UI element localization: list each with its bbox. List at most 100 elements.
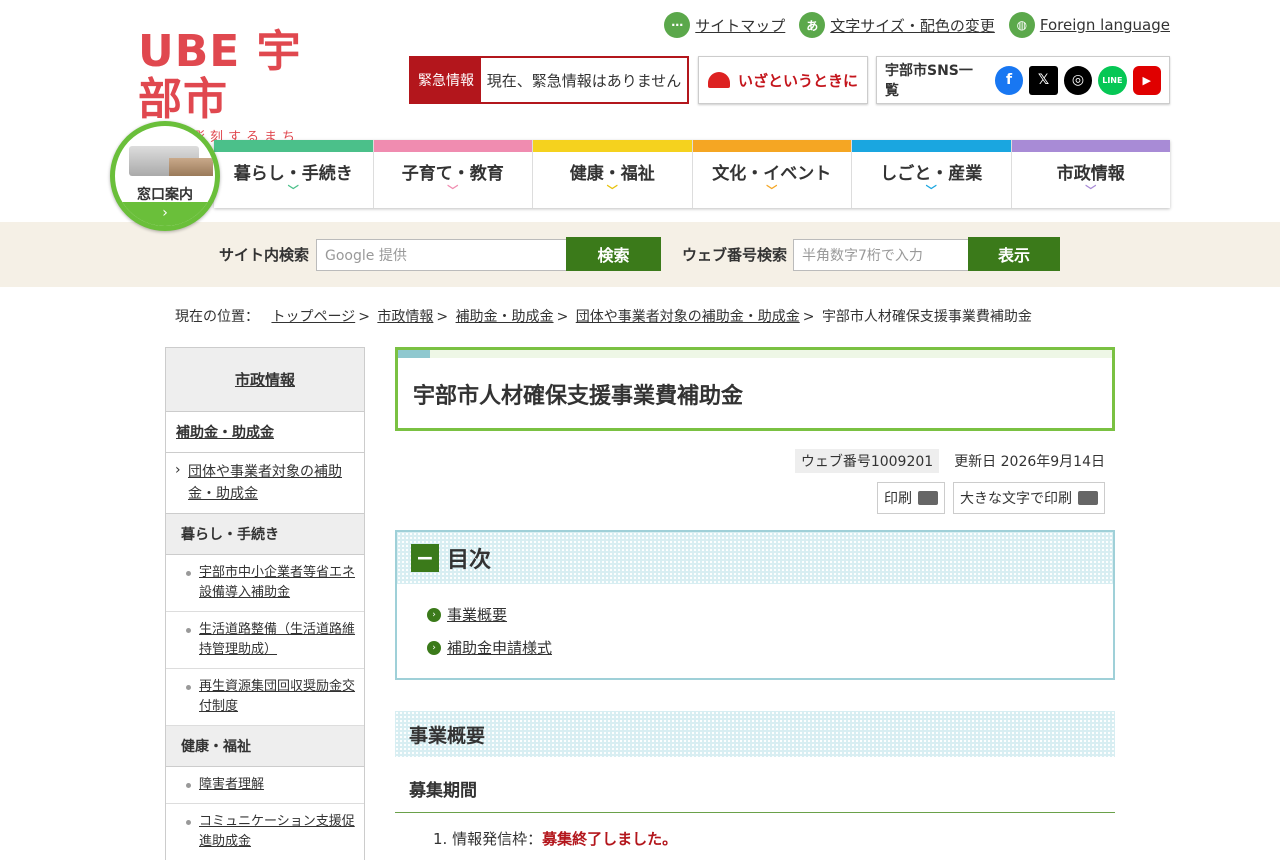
instagram-icon[interactable]: ◎ [1063,65,1093,95]
counter-guide-label: 窓口案内 [137,187,193,203]
toc-link[interactable]: 事業概要 [447,604,507,625]
print-buttons: 印刷 大きな文字で印刷 [877,482,1105,514]
gnav-work[interactable]: しごと・産業 ﹀ [852,140,1012,208]
site-search-label: サイト内検索 [219,246,310,264]
side-nav-link-text[interactable]: 宇部市中小企業者等省エネ設備導入補助金 [199,565,355,600]
toc-list: › 事業概要 › 補助金申請様式 [397,584,1113,658]
subsection-heading: 募集期間 [395,776,1115,813]
gnav-color-bar [214,140,373,152]
gnav-label: 文化・イベント [712,163,832,184]
building-annex-icon [169,158,213,176]
toc-item[interactable]: › 補助金申請様式 [427,637,1113,658]
gnav-color-bar [852,140,1011,152]
gnav-color-bar [692,140,851,152]
breadcrumb: 現在の位置： トップページ > 市政情報 > 補助金・助成金 > 団体や事業者対象の補… [175,306,1032,326]
gnav-culture[interactable]: 文化・イベント ﹀ [692,140,852,208]
share-icon: ⋯ [664,12,691,38]
title-stripe-accent [398,350,430,358]
side-nav-link[interactable]: コミュニケーション支援促進助成金 [166,804,364,860]
web-number-label: ウェブ番号検索 [682,246,788,264]
section-heading: 事業概要 [395,711,1115,757]
breadcrumb-separator: > [556,309,569,325]
breadcrumb-separator: > [358,309,370,325]
youtube-icon[interactable]: ▶ [1132,65,1161,95]
arrow-right-icon: › [427,607,441,622]
table-of-contents: − 目次 › 事業概要 › 補助金申請様式 [395,530,1115,680]
side-nav-link[interactable]: 再生資源集団回収奨励金交付制度 [166,669,364,726]
foreign-language-link[interactable]: ◍ Foreign language [1008,12,1170,38]
x-icon[interactable]: 𝕏 [1029,65,1058,95]
sitemap-link[interactable]: ⋯ サイトマップ [664,12,785,38]
side-nav-link-text[interactable]: 再生資源集団回収奨励金交付制度 [199,679,355,714]
print-label: 印刷 [884,491,912,507]
side-nav-link-text[interactable]: 生活道路整備（生活道路維持管理助成） [199,622,355,657]
chevron-down-icon: ﹀ [925,183,937,197]
side-nav-current-link[interactable]: 団体や事業者対象の補助金・助成金 [188,464,342,502]
side-nav-link[interactable]: 障害者理解 [166,767,364,804]
text-size-icon: あ [799,12,826,38]
print-button[interactable]: 印刷 [877,482,945,514]
list-item-label: 1. 情報発信枠： [433,830,543,848]
site-search-button[interactable]: 検索 [566,237,661,271]
toc-link[interactable]: 補助金申請様式 [447,637,552,658]
breadcrumb-prefix: 現在の位置： [175,309,259,325]
gnav-label: 市政情報 [1056,163,1125,184]
chevron-down-icon: ﹀ [766,183,778,197]
breadcrumb-link[interactable]: 団体や事業者対象の補助金・助成金 [576,309,800,325]
breadcrumb-link[interactable]: 市政情報 [377,309,433,325]
web-number: ウェブ番号1009201 [794,449,940,473]
breadcrumb-link[interactable]: トップページ [271,309,355,325]
sns-links: 宇部市SNS一覧 f 𝕏 ◎ LINE ▶ [876,56,1170,104]
emergency-text: 現在、緊急情報はありません [486,71,682,90]
side-nav-head[interactable]: 市政情報 [166,348,364,412]
toc-item[interactable]: › 事業概要 [427,604,1113,625]
side-nav-link[interactable]: 生活道路整備（生活道路維持管理助成） [166,612,364,669]
chevron-down-icon: ﹀ [447,183,459,197]
gnav-color-bar [533,140,692,152]
gnav-city[interactable]: 市政情報 ﹀ [1011,140,1170,208]
page-title-box: 宇部市人材確保支援事業費補助金 [395,347,1115,431]
line-icon[interactable]: LINE [1098,65,1127,95]
search-bar: サイト内検索 Google 提供 検索 ウェブ番号検索 半角数字7桁で入力 表示 [0,222,1280,287]
disaster-info-label: いざというときに [737,71,858,90]
siren-icon [707,72,730,88]
gnav-label: しごと・産業 [880,163,983,184]
side-nav-current[interactable]: 団体や事業者対象の補助金・助成金 [166,453,364,514]
emergency-label: 緊急情報 [411,58,481,102]
side-nav-subhead-link[interactable]: 補助金・助成金 [176,425,274,441]
side-nav: 市政情報 補助金・助成金 団体や事業者対象の補助金・助成金 暮らし・手続き 宇部… [165,347,365,860]
web-number-button[interactable]: 表示 [968,237,1060,271]
gnav-label: 健康・福祉 [569,163,655,184]
breadcrumb-separator: > [802,309,815,325]
side-nav-link-text[interactable]: 障害者理解 [199,777,264,792]
breadcrumb-link[interactable]: 補助金・助成金 [456,309,554,325]
print-large-label: 大きな文字で印刷 [960,491,1072,507]
site-logo[interactable]: UBE 宇部市 未来を彫刻するまち [138,28,328,146]
list-item-status: 募集終了しました。 [542,830,678,848]
gnav-health[interactable]: 健康・福祉 ﹀ [533,140,693,208]
chevron-down-icon: ﹀ [1085,183,1097,197]
collapse-icon[interactable]: − [411,544,439,572]
facebook-icon[interactable]: f [994,65,1024,95]
emergency-info-box[interactable]: 緊急情報 現在、緊急情報はありません [409,56,689,104]
site-search-input[interactable]: Google 提供 [316,239,568,271]
disaster-info-button[interactable]: いざというときに [698,56,868,104]
side-nav-link-text[interactable]: コミュニケーション支援促進助成金 [199,814,355,849]
side-nav-subhead[interactable]: 補助金・助成金 [166,412,364,453]
web-number-input[interactable]: 半角数字7桁で入力 [793,239,969,271]
printer-icon [1078,491,1098,505]
gnav-color-bar [1011,140,1170,152]
side-nav-head-link[interactable]: 市政情報 [235,369,295,390]
gnav-living[interactable]: 暮らし・手続き ﹀ [214,140,374,208]
gnav-childcare[interactable]: 子育て・教育 ﹀ [373,140,533,208]
side-nav-category: 暮らし・手続き [166,514,364,555]
gnav-label: 暮らし・手続き [233,163,353,184]
print-large-button[interactable]: 大きな文字で印刷 [953,482,1105,514]
side-nav-link[interactable]: 宇部市中小企業者等省エネ設備導入補助金 [166,555,364,612]
title-stripe [398,350,1112,358]
side-nav-category: 健康・福祉 [166,726,364,767]
toc-header[interactable]: − 目次 [397,532,1113,584]
updated-date: 更新日 2026年9月14日 [954,454,1105,470]
text-size-link[interactable]: あ 文字サイズ・配色の変更 [799,12,995,38]
counter-guide-button[interactable]: 窓口案内 › [110,121,220,231]
